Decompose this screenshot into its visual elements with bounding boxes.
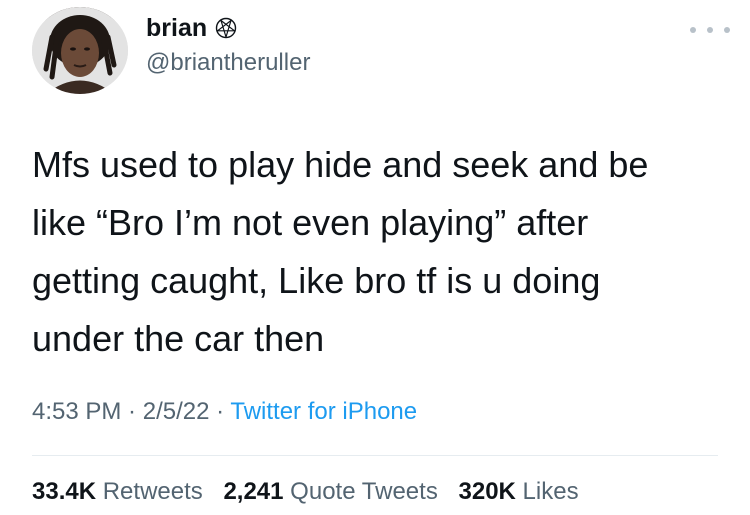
more-options-icon[interactable] (690, 18, 730, 42)
divider (32, 455, 718, 456)
display-name[interactable]: brian (146, 13, 207, 43)
quote-tweets-stat[interactable]: 2,241 Quote Tweets (223, 478, 437, 505)
avatar[interactable] (32, 7, 128, 94)
likes-stat[interactable]: 320K Likes (459, 478, 579, 505)
tweet-time[interactable]: 4:53 PM (32, 398, 121, 425)
dot-icon (690, 27, 696, 33)
tweet-text: Mfs used to play hide and seek and be li… (32, 144, 649, 359)
likes-count: 320K (458, 478, 516, 505)
dot-icon (724, 27, 730, 33)
retweets-count: 33.4K (32, 478, 97, 505)
retweets-label: Retweets (102, 478, 203, 505)
meta-separator: · (121, 398, 143, 425)
dot-icon (707, 27, 713, 33)
tweet-source-link[interactable]: Twitter for iPhone (230, 398, 417, 425)
retweets-stat[interactable]: 33.4K Retweets (32, 478, 203, 505)
tweet-stats: 33.4K Retweets 2,241 Quote Tweets 320K L… (32, 476, 593, 508)
likes-label: Likes (522, 478, 579, 505)
user-handle[interactable]: @briantheruller (146, 48, 310, 78)
pentagram-icon (215, 17, 237, 39)
author-name-row[interactable]: brian (146, 13, 237, 43)
tweet-date[interactable]: 2/5/22 (143, 398, 210, 425)
tweet-meta: 4:53 PM · 2/5/22 · Twitter for iPhone (32, 396, 417, 428)
meta-separator: · (209, 398, 231, 425)
quote-tweets-label: Quote Tweets (290, 478, 438, 505)
quote-tweets-count: 2,241 (223, 478, 284, 505)
tweet-card: brian @briantheruller Mfs used to play h… (0, 0, 750, 515)
